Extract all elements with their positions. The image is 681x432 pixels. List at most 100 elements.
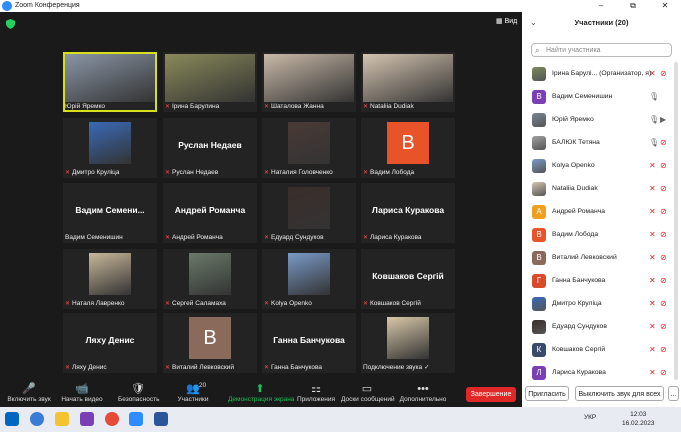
video-tile[interactable]: Ковшаков Сергій ✕ Ковшаков Сергій [361, 249, 455, 309]
participant-row[interactable]: В Вадим Лобода ✕ ⊘ [522, 224, 681, 246]
video-tile[interactable]: ✕ Едуард Сундуков [262, 183, 356, 243]
muted-mic-icon[interactable]: ✕ [649, 367, 656, 379]
whiteboards-button[interactable]: ▭ Доски сообщений [341, 382, 395, 404]
muted-mic-icon[interactable]: ✕ [649, 229, 656, 241]
more-button[interactable]: ••• Дополнительно [399, 382, 447, 404]
toolbar-label: Участники [177, 396, 209, 403]
participants-panel: ⌄ Участники (20) ⌕ Найти участника Ірина… [522, 12, 681, 407]
minimize-button[interactable]: – [590, 0, 612, 12]
participant-row[interactable]: Ірина Барулі... (Организатор, я) ✕ ⊘ [522, 63, 681, 85]
tile-name-text: Ганна Банчукова [271, 364, 323, 371]
maximize-button[interactable]: ⧉ [622, 0, 644, 12]
video-off-icon[interactable]: ⊘ [660, 275, 667, 287]
video-off-icon[interactable]: ⊘ [660, 252, 667, 264]
zoom-taskbar-icon[interactable] [129, 412, 143, 426]
tile-big-name: Ганна Банчукова [273, 335, 345, 345]
mic-icon[interactable]: 🎙 [649, 114, 659, 126]
participant-row[interactable]: К Ковшаков Сергій ✕ ⊘ [522, 339, 681, 361]
video-tile[interactable]: Андрей Романча ✕ Андрей Романча [163, 183, 257, 243]
video-off-icon[interactable]: ⊘ [660, 321, 667, 333]
video-tile[interactable]: ✕ Дмитро Круліца [63, 118, 157, 178]
video-icon[interactable]: ▶ [660, 114, 666, 126]
muted-mic-icon[interactable]: ✕ [649, 206, 656, 218]
tile-name-text: Шаталова Жанна [271, 103, 324, 110]
video-off-icon[interactable]: ⊘ [660, 367, 667, 379]
view-button[interactable]: ▦ Вид [496, 16, 517, 28]
viber-icon[interactable] [80, 412, 94, 426]
muted-mic-icon[interactable]: ✕ [649, 160, 656, 172]
video-tile[interactable]: Ляху Денис ✕ Ляху Денис [63, 313, 157, 373]
video-tile[interactable]: Подключение звука ✓ [361, 313, 455, 373]
participants-button[interactable]: 👥 20 Участники [175, 382, 211, 404]
mic-icon[interactable]: 🎙 [649, 91, 659, 103]
security-button[interactable]: 🛡 Безопасность [118, 382, 160, 404]
video-tile[interactable]: Руслан Недаев ✕ Руслан Недаев [163, 118, 257, 178]
participant-search-input[interactable]: ⌕ Найти участника [531, 43, 672, 57]
end-meeting-button[interactable]: Завершение [466, 387, 516, 402]
participant-name: Лариса Куракова [552, 369, 606, 376]
video-tile[interactable]: ✕ Наталя Лавренко [63, 249, 157, 309]
participant-row[interactable]: Юрій Яремко 🎙 ▶ [522, 109, 681, 131]
edge-icon[interactable] [30, 412, 44, 426]
video-tile[interactable]: ✕ Сергей Саламаха [163, 249, 257, 309]
file-explorer-icon[interactable] [55, 412, 69, 426]
participant-row[interactable]: В Виталий Левковский ✕ ⊘ [522, 247, 681, 269]
video-off-icon[interactable]: ⊘ [660, 183, 667, 195]
video-off-icon[interactable]: ⊘ [660, 160, 667, 172]
video-tile[interactable]: ✕ Kolya Openko [262, 249, 356, 309]
video-tile[interactable]: ✕ Наталия Головченко [262, 118, 356, 178]
video-tile[interactable]: B ✕ Вадим Лобода [361, 118, 455, 178]
muted-mic-icon[interactable]: ✕ [649, 321, 656, 333]
video-tile[interactable]: ✕ Ірина Барулина [163, 52, 257, 112]
chrome-icon[interactable] [105, 412, 119, 426]
participant-row[interactable]: А Андрей Романча ✕ ⊘ [522, 201, 681, 223]
start-icon[interactable] [5, 412, 19, 426]
share-screen-button[interactable]: ⬆ Демонстрация экрана [228, 382, 294, 404]
participant-row[interactable]: Дмитро Круліца ✕ ⊘ [522, 293, 681, 315]
participant-row[interactable]: Nataliia Dudiak ✕ ⊘ [522, 178, 681, 200]
video-tile[interactable]: Вадим Семени... Вадим Семенишин [63, 183, 157, 243]
taskbar-clock[interactable]: 12:03 16.02.2023 [622, 410, 655, 428]
video-off-icon[interactable]: ⊘ [660, 206, 667, 218]
participant-row[interactable]: БАЛЮК Тетяна 🎙 ⊘ [522, 132, 681, 154]
close-button[interactable]: ✕ [654, 0, 676, 12]
video-tile[interactable]: ✕ Шаталова Жанна [262, 52, 356, 112]
video-off-icon[interactable]: ⊘ [660, 298, 667, 310]
video-off-icon[interactable]: ⊘ [660, 344, 667, 356]
mic-icon[interactable]: 🎙 [649, 137, 659, 149]
muted-mic-icon[interactable]: ✕ [649, 68, 656, 80]
muted-mic-icon[interactable]: ✕ [649, 252, 656, 264]
video-tile[interactable]: ✕ Nataliia Dudiak [361, 52, 455, 112]
mute-all-button[interactable]: Выключить звук для всех [575, 386, 664, 401]
muted-mic-icon: ✕ [65, 170, 71, 176]
muted-mic-icon[interactable]: ✕ [649, 183, 656, 195]
video-tile[interactable]: B ✕ Виталий Левковский [163, 313, 257, 373]
muted-mic-icon[interactable]: ✕ [649, 275, 656, 287]
muted-mic-icon[interactable]: ✕ [649, 298, 656, 310]
invite-button[interactable]: Пригласить [525, 386, 569, 401]
panel-more-button[interactable]: … [668, 386, 679, 401]
video-off-icon[interactable]: ⊘ [660, 229, 667, 241]
video-off-icon[interactable]: ⊘ [660, 137, 667, 149]
search-placeholder: Найти участника [546, 47, 601, 54]
participant-row[interactable]: Kolya Openko ✕ ⊘ [522, 155, 681, 177]
unmute-button[interactable]: 🎤 Включить звук [6, 382, 52, 404]
window-title: Zoom Конференция [15, 2, 80, 9]
apps-button[interactable]: ⚏ Приложения [296, 382, 336, 404]
video-off-icon[interactable]: ⊘ [660, 68, 667, 80]
tile-name-text: Андрей Романча [172, 234, 223, 241]
participant-row[interactable]: Едуард Сундуков ✕ ⊘ [522, 316, 681, 338]
muted-mic-icon[interactable]: ✕ [649, 344, 656, 356]
participant-row[interactable]: Л Лариса Куракова ✕ ⊘ [522, 362, 681, 384]
start-video-button[interactable]: 📹 Начать видео [60, 382, 104, 404]
video-tile[interactable]: Юрій Яремко [63, 52, 157, 112]
word-icon[interactable] [154, 412, 168, 426]
toolbar-label: Безопасность [118, 396, 160, 403]
video-tile[interactable]: Ганна Банчукова ✕ Ганна Банчукова [262, 313, 356, 373]
participant-row[interactable]: Г Ганна Банчукова ✕ ⊘ [522, 270, 681, 292]
panel-scrollbar[interactable] [674, 62, 678, 380]
language-indicator[interactable]: УКР [584, 414, 596, 421]
participant-row[interactable]: В Вадим Семенишин 🎙 [522, 86, 681, 108]
video-tile[interactable]: Лариса Куракова ✕ Лариса Куракова [361, 183, 455, 243]
toolbar-label: Включить звук [7, 396, 51, 403]
